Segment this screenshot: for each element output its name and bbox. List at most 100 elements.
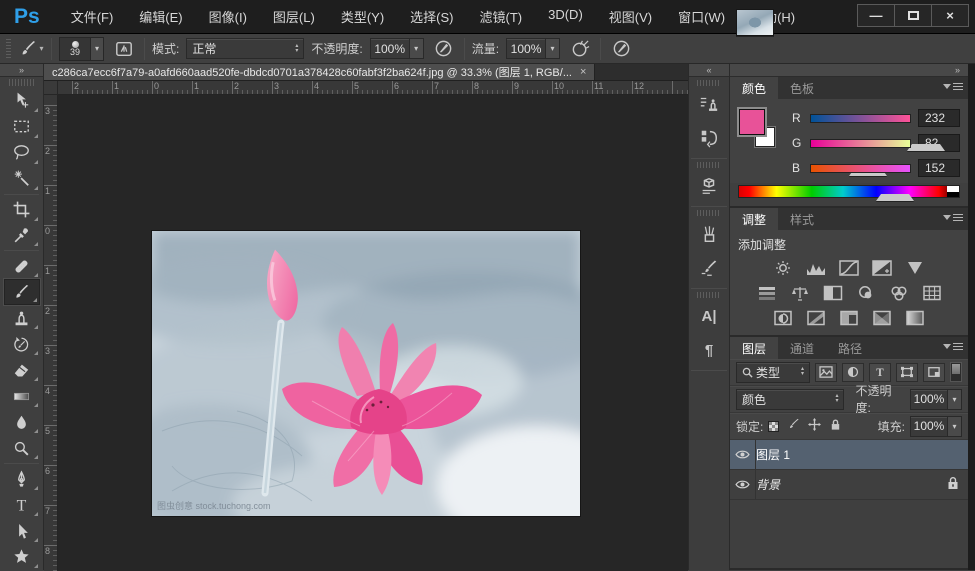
photo-filter-icon[interactable] — [855, 285, 877, 301]
tools-grip[interactable] — [9, 79, 34, 86]
tab-close-icon[interactable]: × — [580, 66, 586, 78]
minimize-button[interactable]: — — [857, 4, 895, 27]
spectrum-gradient[interactable] — [739, 186, 947, 197]
history-panel-button[interactable] — [692, 122, 726, 154]
tab-swatches[interactable]: 色板 — [778, 77, 826, 99]
clone-stamp-tool[interactable] — [4, 305, 40, 331]
type-layer-filter-button[interactable]: T — [869, 363, 891, 382]
canvas-area[interactable]: 图虫创意 stock.tuchong.com — [58, 95, 688, 571]
lock-image-pixels-button[interactable] — [787, 418, 800, 434]
layer-row-layer1[interactable]: 图层 1 — [730, 440, 968, 470]
panel-menu-icon[interactable] — [943, 343, 963, 350]
lock-all-button[interactable] — [829, 418, 842, 434]
foreground-color-swatch[interactable] — [739, 109, 765, 135]
posterize-icon[interactable] — [805, 310, 827, 326]
threshold-icon[interactable] — [838, 310, 860, 326]
menu-item[interactable]: 选择(S) — [397, 7, 466, 26]
menu-item[interactable]: 图像(I) — [196, 7, 260, 26]
flow-field[interactable]: 100% ▾ — [506, 38, 560, 59]
eyedropper-tool[interactable] — [4, 223, 40, 249]
brush-picker-arrow[interactable]: ▾ — [91, 37, 104, 61]
curves-icon[interactable] — [838, 260, 860, 276]
gradient-map-icon[interactable] — [871, 310, 893, 326]
brush-panel-toggle[interactable] — [111, 37, 137, 61]
pressure-size-toggle[interactable] — [608, 37, 634, 61]
paragraph-panel-button[interactable]: ¶ — [692, 334, 726, 366]
menu-item[interactable]: 滤镜(T) — [467, 7, 536, 26]
move-tool[interactable] — [4, 88, 40, 114]
horizontal-ruler[interactable]: 210123456789101112 — [58, 81, 688, 95]
layer-blend-mode-select[interactable]: 颜色 ▴▾ — [736, 389, 844, 410]
close-button[interactable]: × — [931, 4, 969, 27]
dock-grip[interactable] — [697, 162, 721, 168]
opacity-arrow[interactable]: ▾ — [410, 38, 424, 59]
properties-panel-button[interactable] — [692, 170, 726, 202]
tab-styles[interactable]: 样式 — [778, 208, 826, 230]
menu-item[interactable]: 视图(V) — [596, 7, 665, 26]
brush-preset-picker[interactable]: 39 ▾ — [59, 37, 104, 61]
flow-arrow[interactable]: ▾ — [546, 38, 560, 59]
visibility-toggle[interactable] — [730, 440, 756, 469]
vertical-ruler[interactable]: 321012345678 — [44, 95, 58, 571]
fill-value[interactable]: 100% — [910, 416, 948, 437]
panel-menu-icon[interactable] — [943, 214, 963, 221]
spectrum-endcaps[interactable] — [947, 186, 959, 197]
green-slider[interactable] — [810, 139, 911, 148]
smart-object-filter-button[interactable] — [923, 363, 945, 382]
fill-field[interactable]: 100% ▾ — [910, 416, 962, 437]
document-tab[interactable]: c286ca7ecc6f7a79-a0afd660aad520fe-dbdcd0… — [44, 64, 595, 80]
tool-preset-picker[interactable]: ▾ — [18, 37, 44, 61]
layer-opacity-field[interactable]: 100% ▾ — [910, 389, 962, 410]
tab-paths[interactable]: 路径 — [826, 337, 874, 359]
brush-tool[interactable] — [4, 279, 40, 305]
dock-expand-button[interactable]: » — [730, 64, 968, 77]
menu-item[interactable]: 类型(Y) — [328, 7, 397, 26]
clone-source-panel-button[interactable] — [692, 88, 726, 120]
menu-item[interactable]: 文件(F) — [58, 7, 127, 26]
brush-presets-panel-button[interactable] — [692, 218, 726, 250]
color-balance-icon[interactable] — [789, 285, 811, 301]
red-slider[interactable] — [810, 114, 911, 123]
black-white-icon[interactable] — [822, 285, 844, 301]
filter-toggle-switch[interactable] — [950, 362, 962, 382]
layer-name[interactable]: 图层 1 — [756, 446, 790, 463]
pressure-opacity-toggle[interactable] — [431, 37, 457, 61]
panel-menu-icon[interactable] — [943, 83, 963, 90]
type-tool[interactable]: T — [4, 492, 40, 518]
tab-color[interactable]: 颜色 — [730, 77, 778, 99]
lock-transparent-pixels-button[interactable] — [768, 421, 779, 432]
tab-layers[interactable]: 图层 — [730, 337, 778, 359]
layer-row-background[interactable]: 背景 — [730, 470, 968, 500]
menu-item[interactable]: 3D(D) — [535, 7, 596, 26]
document-image[interactable]: 图虫创意 stock.tuchong.com — [152, 231, 580, 516]
blur-tool[interactable] — [4, 409, 40, 435]
brightness-contrast-icon[interactable] — [772, 260, 794, 276]
eraser-tool[interactable] — [4, 357, 40, 383]
slider-thumb[interactable] — [876, 174, 914, 201]
opacity-value[interactable]: 100% — [370, 38, 410, 59]
airbrush-toggle[interactable] — [567, 37, 593, 61]
menu-item[interactable]: 编辑(E) — [126, 7, 195, 26]
dock-collapse-button[interactable]: « — [689, 64, 729, 77]
spot-healing-tool[interactable] — [4, 253, 40, 279]
layer-thumbnail[interactable] — [736, 9, 774, 36]
blend-mode-select[interactable]: 正常 ▴▾ — [186, 38, 304, 59]
lock-position-button[interactable] — [808, 418, 821, 434]
tab-channels[interactable]: 通道 — [778, 337, 826, 359]
custom-shape-tool[interactable] — [4, 544, 40, 570]
lasso-tool[interactable] — [4, 140, 40, 166]
opacity-field[interactable]: 100% ▾ — [370, 38, 424, 59]
pen-tool[interactable] — [4, 466, 40, 492]
tools-collapse-button[interactable]: » — [0, 64, 43, 77]
ruler-corner[interactable] — [44, 81, 58, 95]
gradient-tool[interactable] — [4, 383, 40, 409]
selective-color-icon[interactable] — [904, 310, 926, 326]
rect-marquee-tool[interactable] — [4, 114, 40, 140]
flow-value[interactable]: 100% — [506, 38, 546, 59]
crop-tool[interactable] — [4, 197, 40, 223]
invert-icon[interactable] — [772, 310, 794, 326]
magic-wand-tool[interactable] — [4, 166, 40, 192]
adjustment-layer-filter-button[interactable] — [842, 363, 864, 382]
pixel-layer-filter-button[interactable] — [815, 363, 837, 382]
blue-slider[interactable] — [810, 164, 911, 173]
